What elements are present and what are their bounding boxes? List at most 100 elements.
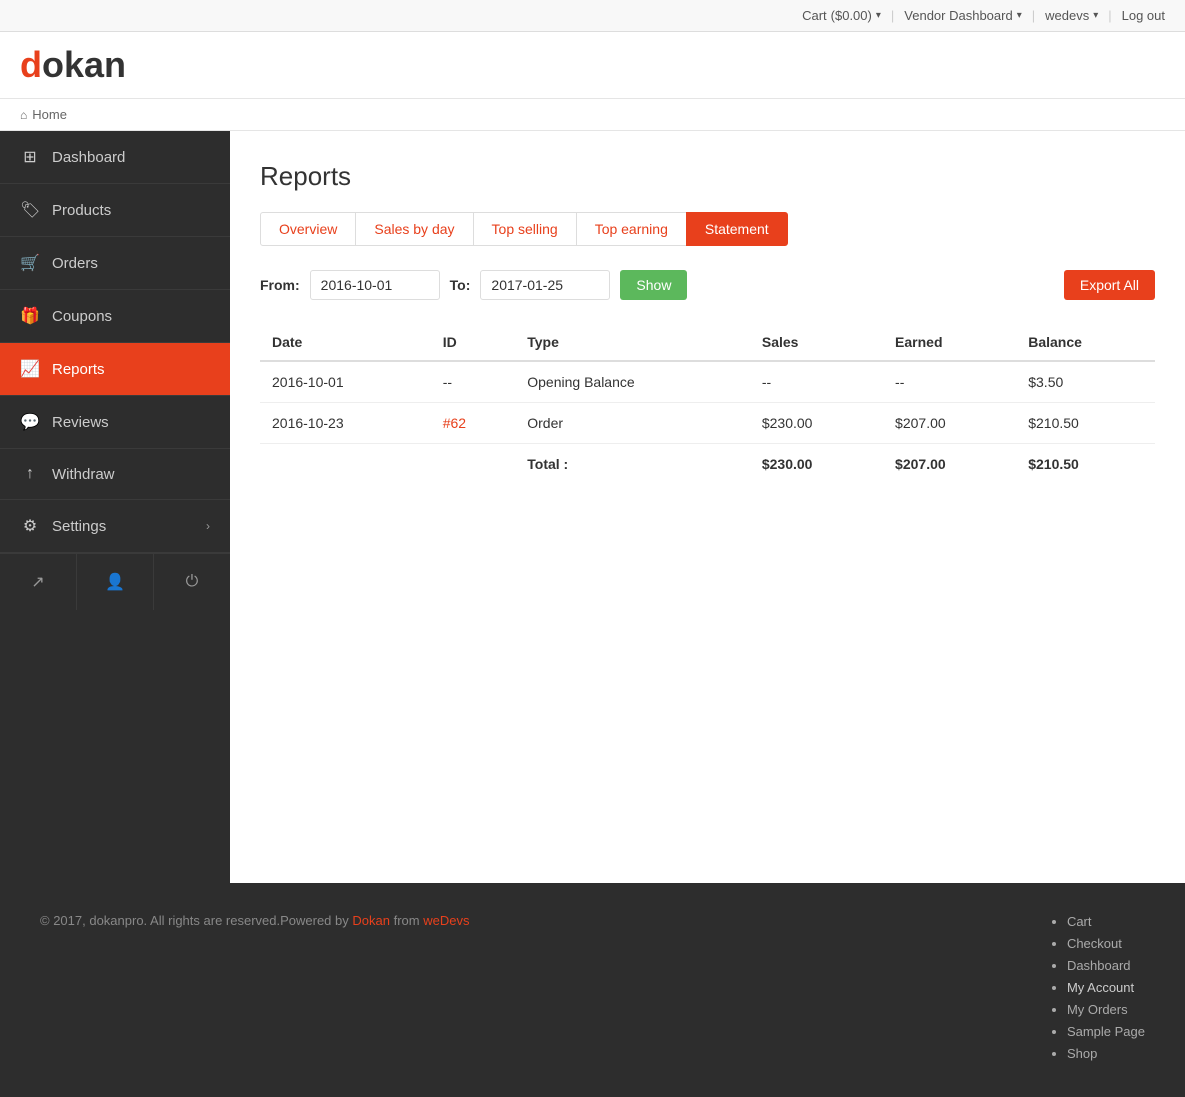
- tab-overview[interactable]: Overview: [260, 212, 356, 246]
- footer-link-cart[interactable]: Cart: [1067, 914, 1092, 929]
- breadcrumb: ⌂ Home: [0, 99, 1185, 131]
- sidebar-item-dashboard[interactable]: ⊞ Dashboard: [0, 131, 230, 184]
- reports-icon: 📈: [20, 359, 40, 379]
- export-all-button[interactable]: Export All: [1064, 270, 1155, 300]
- sidebar-label-products: Products: [52, 202, 210, 219]
- footer-nav-item-dashboard: Dashboard: [1067, 957, 1145, 973]
- table-body: 2016-10-01 -- Opening Balance -- -- $3.5…: [260, 361, 1155, 484]
- date-filter: From: To: Show Export All: [260, 270, 1155, 300]
- page-title: Reports: [260, 161, 1155, 192]
- divider-3: |: [1108, 8, 1111, 23]
- footer-nav-item-my-account: My Account: [1067, 979, 1145, 995]
- sidebar-external-link-icon[interactable]: ↗: [0, 554, 77, 610]
- from-date-input[interactable]: [310, 270, 440, 300]
- sidebar-label-orders: Orders: [52, 255, 210, 272]
- footer-link-shop[interactable]: Shop: [1067, 1046, 1097, 1061]
- footer-link-dashboard[interactable]: Dashboard: [1067, 958, 1131, 973]
- col-earned: Earned: [883, 324, 1016, 361]
- sidebar-user-icon[interactable]: 👤: [77, 554, 154, 610]
- sidebar-item-withdraw[interactable]: ↑ Withdraw: [0, 449, 230, 500]
- top-bar: Cart ($0.00) ▾ | Vendor Dashboard ▾ | we…: [0, 0, 1185, 32]
- row1-balance: $3.50: [1016, 361, 1155, 403]
- sidebar-item-settings[interactable]: ⚙ Settings ›: [0, 500, 230, 553]
- cart-dropdown[interactable]: Cart ($0.00) ▾: [802, 8, 881, 23]
- footer: © 2017, dokanpro. All rights are reserve…: [0, 883, 1185, 1097]
- user-dropdown[interactable]: wedevs ▾: [1045, 8, 1098, 23]
- logo-text: okan: [42, 44, 126, 85]
- table-header: Date ID Type Sales Earned Balance: [260, 324, 1155, 361]
- copyright-text: © 2017, dokanpro. All rights are reserve…: [40, 913, 352, 928]
- breadcrumb-home[interactable]: Home: [32, 107, 67, 122]
- reviews-icon: 💬: [20, 412, 40, 432]
- total-empty-id: [431, 444, 516, 485]
- table-row: 2016-10-23 #62 Order $230.00 $207.00 $21…: [260, 403, 1155, 444]
- to-date-input[interactable]: [480, 270, 610, 300]
- order-link[interactable]: #62: [443, 415, 466, 431]
- dashboard-icon: ⊞: [20, 147, 40, 167]
- sidebar-item-reports[interactable]: 📈 Reports: [0, 343, 230, 396]
- orders-icon: 🛒: [20, 253, 40, 273]
- vendor-dashboard-label: Vendor Dashboard: [904, 8, 1012, 23]
- wedevs-link[interactable]: weDevs: [423, 913, 469, 928]
- sidebar-item-reviews[interactable]: 💬 Reviews: [0, 396, 230, 449]
- row2-id: #62: [431, 403, 516, 444]
- sidebar-label-settings: Settings: [52, 518, 194, 535]
- withdraw-icon: ↑: [20, 465, 40, 483]
- cart-amount: ($0.00): [831, 8, 872, 23]
- show-button[interactable]: Show: [620, 270, 687, 300]
- tab-top-earning[interactable]: Top earning: [576, 212, 687, 246]
- user-arrow-icon: ▾: [1093, 10, 1098, 21]
- row1-date: 2016-10-01: [260, 361, 431, 403]
- to-label: To:: [450, 277, 471, 293]
- vendor-arrow-icon: ▾: [1017, 10, 1022, 21]
- main-content: Reports Overview Sales by day Top sellin…: [230, 131, 1185, 883]
- col-balance: Balance: [1016, 324, 1155, 361]
- cart-label: Cart: [802, 8, 827, 23]
- sidebar: ⊞ Dashboard 🏷 Products 🛒 Orders 🎁 Coupon…: [0, 131, 230, 883]
- tab-sales-by-day[interactable]: Sales by day: [355, 212, 473, 246]
- coupons-icon: 🎁: [20, 306, 40, 326]
- row1-type: Opening Balance: [515, 361, 750, 403]
- row1-earned: --: [883, 361, 1016, 403]
- row1-sales: --: [750, 361, 883, 403]
- tab-top-selling[interactable]: Top selling: [473, 212, 577, 246]
- tab-statement[interactable]: Statement: [686, 212, 788, 246]
- table-row: 2016-10-01 -- Opening Balance -- -- $3.5…: [260, 361, 1155, 403]
- footer-nav-item-sample-page: Sample Page: [1067, 1023, 1145, 1039]
- row2-balance: $210.50: [1016, 403, 1155, 444]
- footer-link-my-orders[interactable]: My Orders: [1067, 1002, 1128, 1017]
- settings-icon: ⚙: [20, 516, 40, 536]
- report-table: Date ID Type Sales Earned Balance 2016-1…: [260, 324, 1155, 484]
- from-label: From:: [260, 277, 300, 293]
- col-sales: Sales: [750, 324, 883, 361]
- sidebar-item-coupons[interactable]: 🎁 Coupons: [0, 290, 230, 343]
- total-sales: $230.00: [750, 444, 883, 485]
- footer-link-sample-page[interactable]: Sample Page: [1067, 1024, 1145, 1039]
- sidebar-power-icon[interactable]: ⏻: [154, 554, 230, 610]
- products-icon: 🏷: [20, 200, 40, 220]
- footer-copyright: © 2017, dokanpro. All rights are reserve…: [40, 913, 469, 928]
- dokan-link[interactable]: Dokan: [352, 913, 390, 928]
- sidebar-label-dashboard: Dashboard: [52, 149, 210, 166]
- logo[interactable]: dokan: [20, 44, 1165, 86]
- footer-nav-item-my-orders: My Orders: [1067, 1001, 1145, 1017]
- vendor-dashboard-dropdown[interactable]: Vendor Dashboard ▾: [904, 8, 1021, 23]
- row2-sales: $230.00: [750, 403, 883, 444]
- main-layout: ⊞ Dashboard 🏷 Products 🛒 Orders 🎁 Coupon…: [0, 131, 1185, 883]
- sidebar-label-reviews: Reviews: [52, 414, 210, 431]
- user-label: wedevs: [1045, 8, 1089, 23]
- total-earned: $207.00: [883, 444, 1016, 485]
- site-header: dokan: [0, 32, 1185, 99]
- row2-date: 2016-10-23: [260, 403, 431, 444]
- tabs-container: Overview Sales by day Top selling Top ea…: [260, 212, 1155, 246]
- footer-link-checkout[interactable]: Checkout: [1067, 936, 1122, 951]
- divider-2: |: [1032, 8, 1035, 23]
- sidebar-item-products[interactable]: 🏷 Products: [0, 184, 230, 237]
- logo-d: d: [20, 44, 42, 85]
- footer-link-my-account[interactable]: My Account: [1067, 980, 1134, 995]
- sidebar-label-reports: Reports: [52, 361, 210, 378]
- home-icon: ⌂: [20, 108, 27, 122]
- sidebar-item-orders[interactable]: 🛒 Orders: [0, 237, 230, 290]
- footer-nav-item-checkout: Checkout: [1067, 935, 1145, 951]
- logout-button[interactable]: Log out: [1122, 8, 1165, 23]
